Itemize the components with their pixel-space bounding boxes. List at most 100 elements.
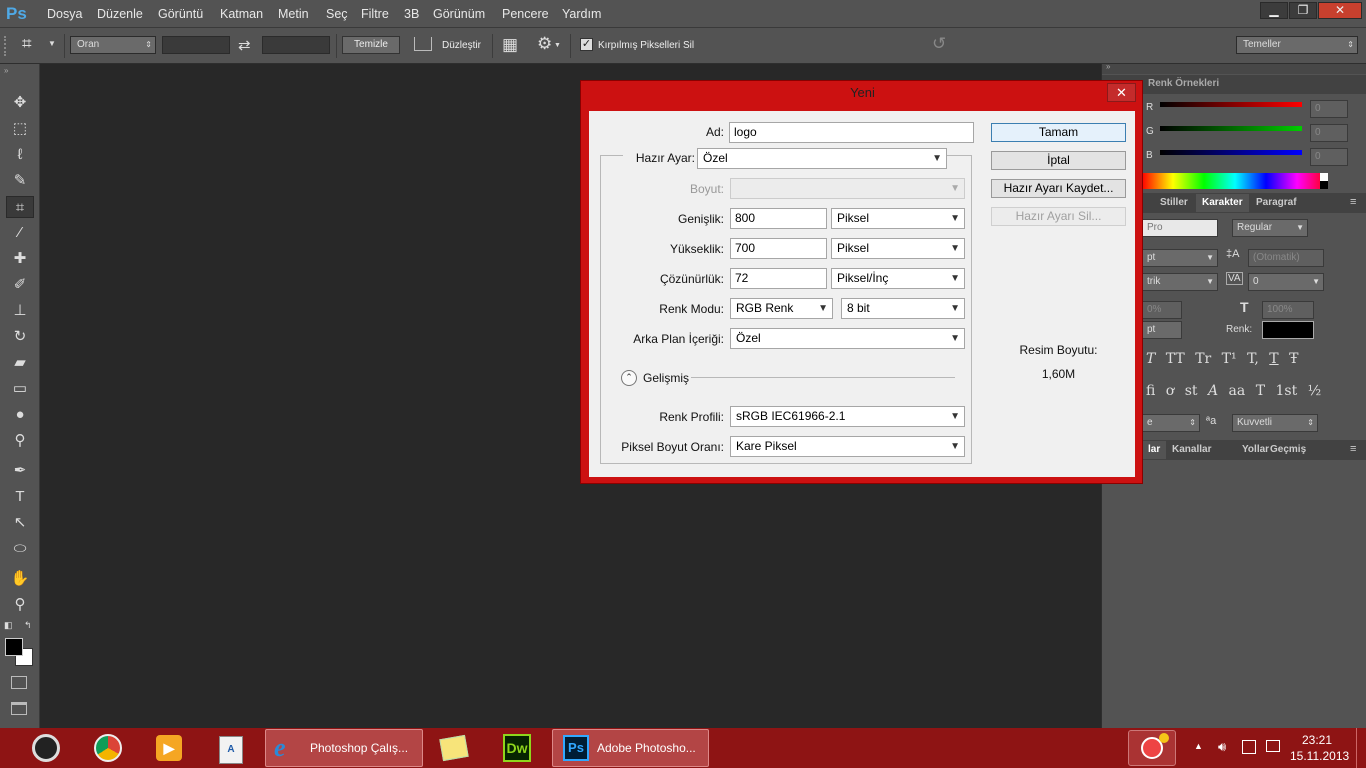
font-size-select[interactable]: pt ▼ — [1142, 249, 1218, 267]
blur-tool-icon[interactable]: ● — [6, 404, 34, 426]
tab-stiller[interactable]: Stiller — [1154, 194, 1194, 212]
menu-pencere[interactable]: Pencere — [502, 7, 549, 21]
name-input[interactable]: logo — [729, 122, 974, 143]
superscript-button[interactable]: T¹ — [1222, 351, 1237, 367]
lasso-tool-icon[interactable]: ℓ — [6, 144, 34, 166]
discretionary-ligature-button[interactable]: st — [1185, 383, 1198, 399]
grid-overlay-icon[interactable]: ▦ — [502, 35, 518, 55]
healing-brush-tool-icon[interactable]: ✚ — [6, 248, 34, 270]
swash-button[interactable]: A — [1208, 383, 1218, 399]
dodge-tool-icon[interactable]: ⚲ — [6, 430, 34, 452]
dreamweaver-icon[interactable]: Dw — [497, 731, 537, 765]
small-caps-button[interactable]: Tr — [1195, 351, 1211, 367]
foreground-color-swatch[interactable] — [5, 638, 23, 656]
old-style-button[interactable]: ơ — [1166, 383, 1174, 399]
swap-icon[interactable]: ⇄ — [238, 36, 251, 54]
kerning-select[interactable]: trik ▼ — [1142, 273, 1218, 291]
menu-sec[interactable]: Seç — [326, 7, 348, 21]
g-slider[interactable] — [1160, 126, 1302, 131]
b-slider[interactable] — [1160, 150, 1302, 155]
height-unit-select[interactable]: Piksel ▼ — [831, 238, 965, 259]
tab-katmanlar[interactable]: lar — [1142, 441, 1167, 459]
collapse-icon[interactable]: » — [1106, 62, 1110, 71]
tab-kanallar[interactable]: Kanallar — [1166, 441, 1217, 459]
zoom-tool-icon[interactable]: ⚲ — [6, 594, 34, 616]
width-unit-select[interactable]: Piksel ▼ — [831, 208, 965, 229]
color-mode-select[interactable]: RGB Renk ▼ — [730, 298, 833, 319]
menu-filtre[interactable]: Filtre — [361, 7, 389, 21]
ellipse-tool-icon[interactable]: ⬭ — [6, 538, 34, 560]
ratio-select[interactable]: Oran ⇕ — [70, 36, 156, 54]
office-icon[interactable]: A — [211, 731, 251, 765]
history-brush-tool-icon[interactable]: ↻ — [6, 326, 34, 348]
media-player-icon[interactable]: ▶ — [149, 731, 189, 765]
strikethrough-button[interactable]: Ŧ — [1289, 351, 1298, 367]
height-input[interactable]: 700 — [730, 238, 827, 259]
advanced-label[interactable]: Gelişmiş — [643, 371, 689, 385]
type-style-buttons[interactable]: T TT Tr T¹ T, T Ŧ — [1146, 351, 1298, 367]
delete-preset-button[interactable]: Hazır Ayarı Sil... — [991, 207, 1126, 226]
panel-menu-icon[interactable]: ≡ — [1350, 443, 1356, 455]
hand-tool-icon[interactable]: ✋ — [6, 568, 34, 590]
collapse-advanced-icon[interactable]: ⌃ — [621, 370, 637, 386]
r-value[interactable]: 0 — [1310, 100, 1348, 118]
tracking-select[interactable]: 0 ▼ — [1248, 273, 1324, 291]
chevron-down-icon[interactable]: ▼ — [554, 42, 561, 49]
r-slider[interactable] — [1160, 102, 1302, 107]
expand-icon[interactable]: » — [4, 66, 8, 75]
ok-button[interactable]: Tamam — [991, 123, 1126, 142]
text-color-swatch[interactable] — [1262, 321, 1314, 339]
ordinals-button[interactable]: 1st — [1275, 383, 1297, 399]
straighten-icon[interactable] — [414, 37, 432, 51]
crop-tool-icon[interactable]: ⌗ — [22, 34, 32, 54]
opentype-buttons[interactable]: ﬁ ơ st A aa T 1st ½ — [1146, 383, 1321, 399]
all-caps-button[interactable]: TT — [1166, 351, 1185, 367]
ligature-button[interactable]: ﬁ — [1146, 383, 1155, 399]
workspace-select[interactable]: Temeller ⇕ — [1236, 36, 1358, 54]
stylistic-alternates-button[interactable]: aa — [1229, 383, 1246, 399]
color-profile-select[interactable]: sRGB IEC61966-2.1 ▼ — [730, 406, 965, 427]
task-adobe-photoshop[interactable]: Ps Adobe Photosho... — [552, 729, 709, 767]
close-button[interactable]: ✕ — [1318, 2, 1362, 19]
bit-depth-select[interactable]: 8 bit ▼ — [841, 298, 965, 319]
menu-metin[interactable]: Metin — [278, 7, 309, 21]
width-ratio-input[interactable] — [162, 36, 230, 54]
show-hidden-icons[interactable]: ▲ — [1194, 741, 1203, 751]
menu-yardim[interactable]: Yardım — [562, 7, 601, 21]
size-select[interactable]: ▼ — [730, 178, 965, 199]
menu-dosya[interactable]: Dosya — [47, 7, 82, 21]
resolution-unit-select[interactable]: Piksel/İnç ▼ — [831, 268, 965, 289]
swap-colors-icon[interactable]: ↰ — [24, 620, 32, 631]
menu-3b[interactable]: 3B — [404, 7, 419, 21]
g-value[interactable]: 0 — [1310, 124, 1348, 142]
clone-stamp-tool-icon[interactable]: ⊥ — [6, 300, 34, 322]
horizontal-scale-field[interactable]: 100% — [1262, 301, 1314, 319]
preset-select[interactable]: Özel ▼ — [697, 148, 947, 169]
save-preset-button[interactable]: Hazır Ayarı Kaydet... — [991, 179, 1126, 198]
network-icon[interactable] — [1266, 740, 1280, 752]
panel-menu-icon[interactable]: ≡ — [1350, 196, 1356, 208]
path-selection-tool-icon[interactable]: ↖ — [6, 512, 34, 534]
action-center-icon[interactable] — [1128, 730, 1176, 766]
chevron-down-icon[interactable]: ▼ — [48, 39, 56, 48]
antialias-select[interactable]: Kuvvetli ⇕ — [1232, 414, 1318, 432]
pixel-aspect-select[interactable]: Kare Piksel ▼ — [730, 436, 965, 457]
delete-cropped-label[interactable]: Kırpılmış Pikselleri Sil — [598, 40, 694, 51]
move-tool-icon[interactable]: ✥ — [6, 92, 34, 114]
eyedropper-tool-icon[interactable]: ⁄ — [6, 222, 34, 244]
brush-tool-icon[interactable]: ✐ — [6, 274, 34, 296]
cancel-button[interactable]: İptal — [991, 151, 1126, 170]
volume-icon[interactable]: 🔊︎ — [1218, 739, 1226, 755]
sticky-notes-icon[interactable] — [434, 731, 474, 765]
black-swatch[interactable] — [1320, 181, 1328, 189]
screen-mode-icon[interactable] — [11, 702, 27, 715]
vertical-scale-field[interactable]: 0% — [1142, 301, 1182, 319]
menu-duzenle[interactable]: Düzenle — [97, 7, 143, 21]
baseline-field[interactable]: pt — [1142, 321, 1182, 339]
minimize-button[interactable]: ▁ — [1260, 2, 1288, 19]
menu-goruntu[interactable]: Görüntü — [158, 7, 203, 21]
tab-renk-ornekleri[interactable]: Renk Örnekleri — [1142, 75, 1225, 93]
type-tool-icon[interactable]: T — [6, 486, 34, 508]
fractions-button[interactable]: ½ — [1308, 383, 1322, 399]
dialog-close-button[interactable]: ✕ — [1107, 83, 1136, 102]
